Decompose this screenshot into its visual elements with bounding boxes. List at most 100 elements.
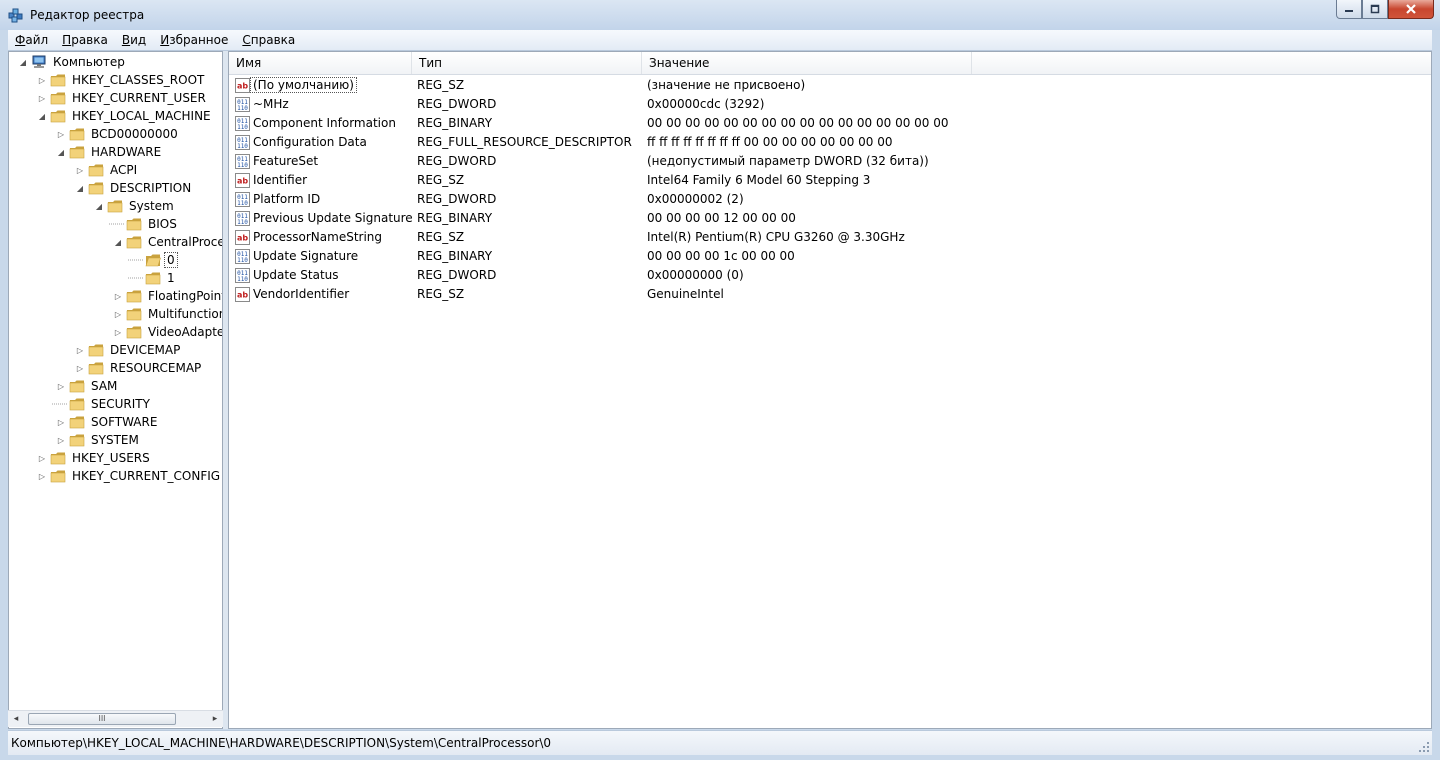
value-row[interactable]: 011 110 Previous Update Signature REG_BINAR…: [229, 209, 1431, 228]
close-button[interactable]: [1388, 0, 1434, 19]
collapsed-arrow-icon[interactable]: ▷: [113, 309, 123, 319]
expanded-arrow-icon[interactable]: ◢: [18, 57, 28, 67]
folder-icon: [50, 110, 66, 123]
string-value-icon: ab: [235, 173, 250, 188]
tree-node[interactable]: ◢ CentralProces: [113, 233, 222, 251]
tree-node[interactable]: ▷ HKEY_CURRENT_CONFIG: [37, 467, 222, 485]
tree-node[interactable]: ◢ HARDWARE: [56, 143, 163, 161]
collapsed-arrow-icon[interactable]: ▷: [56, 129, 66, 139]
collapsed-arrow-icon[interactable]: ▷: [75, 165, 85, 175]
tree-expander-spacer: [56, 399, 66, 409]
tree-node[interactable]: ▷ SYSTEM: [56, 431, 141, 449]
collapsed-arrow-icon[interactable]: ▷: [37, 93, 47, 103]
tree-node-label: ACPI: [110, 163, 138, 177]
tree-node[interactable]: ▷ ACPI: [75, 161, 139, 179]
tree-node[interactable]: 0: [132, 251, 178, 269]
scroll-thumb[interactable]: III: [28, 713, 176, 725]
value-row[interactable]: 011 110 Update Status REG_DWORD 0x00000000 (…: [229, 266, 1431, 285]
value-row[interactable]: 011 110 Update Signature REG_BINARY 00 00 00…: [229, 247, 1431, 266]
binary-value-icon: 011110: [235, 135, 250, 150]
value-name: VendorIdentifier: [253, 285, 349, 304]
menu-help[interactable]: Справка: [235, 30, 302, 50]
collapsed-arrow-icon[interactable]: ▷: [113, 291, 123, 301]
value-row[interactable]: 011 110 Configuration Data REG_FULL_RESOURC…: [229, 133, 1431, 152]
tree-node[interactable]: ▷ HKEY_CURRENT_USER: [37, 89, 208, 107]
tree-node[interactable]: ◢ Компьютер: [18, 53, 127, 71]
tree-node[interactable]: ▷ SOFTWARE: [56, 413, 159, 431]
tree-horizontal-scrollbar[interactable]: ◂ III ▸: [8, 710, 223, 727]
value-name: Component Information: [253, 114, 396, 133]
expanded-arrow-icon[interactable]: ◢: [56, 147, 66, 157]
tree-node[interactable]: BIOS: [113, 215, 179, 233]
value-row[interactable]: 011 110 Platform ID REG_DWORD 0x00000002 (2): [229, 190, 1431, 209]
collapsed-arrow-icon[interactable]: ▷: [56, 435, 66, 445]
value-data-text: (значение не присвоено): [647, 78, 806, 92]
value-type-text: REG_BINARY: [417, 249, 493, 263]
menu-edit[interactable]: Правка: [55, 30, 115, 50]
menu-favorites[interactable]: Избранное: [153, 30, 235, 50]
value-row[interactable]: ab ProcessorNameString REG_SZ Intel(R) Pent…: [229, 228, 1431, 247]
svg-text:110: 110: [237, 219, 248, 226]
menu-view[interactable]: Вид: [115, 30, 153, 50]
value-name: Update Signature: [253, 247, 358, 266]
tree-node[interactable]: ▷ VideoAdapterl: [113, 323, 222, 341]
tree-node[interactable]: SECURITY: [56, 395, 152, 413]
tree-node-label: HKEY_LOCAL_MACHINE: [72, 109, 211, 123]
value-row[interactable]: 011 110 Component Information REG_BINARY 00 …: [229, 114, 1431, 133]
column-header-type[interactable]: Тип: [412, 52, 642, 74]
folder-icon: [69, 146, 85, 159]
tree-node[interactable]: ◢ DESCRIPTION: [75, 179, 193, 197]
value-row[interactable]: ab Identifier REG_SZ Intel64 Family 6 Model…: [229, 171, 1431, 190]
collapsed-arrow-icon[interactable]: ▷: [56, 381, 66, 391]
title-bar[interactable]: Редактор реестра: [0, 0, 1440, 30]
column-header-name[interactable]: Имя: [229, 52, 412, 74]
value-row[interactable]: ab VendorIdentifier REG_SZ GenuineIntel: [229, 285, 1431, 304]
value-data: GenuineIntel: [647, 285, 724, 304]
tree-node[interactable]: ▷ FloatingPointP: [113, 287, 222, 305]
folder-icon: [50, 92, 66, 105]
tree-node[interactable]: ▷ Multifunction.: [113, 305, 222, 323]
tree-node[interactable]: 1: [132, 269, 177, 287]
value-data: 0x00000002 (2): [647, 190, 744, 209]
value-row[interactable]: 011 110 FeatureSet REG_DWORD (недопустимый п…: [229, 152, 1431, 171]
value-name: (По умолчанию): [250, 76, 357, 95]
scroll-right-icon[interactable]: ▸: [210, 714, 220, 724]
expanded-arrow-icon[interactable]: ◢: [94, 201, 104, 211]
collapsed-arrow-icon[interactable]: ▷: [113, 327, 123, 337]
tree-node[interactable]: ▷ BCD00000000: [56, 125, 180, 143]
tree-node[interactable]: ▷ HKEY_CLASSES_ROOT: [37, 71, 206, 89]
tree-node[interactable]: ◢ System: [94, 197, 176, 215]
tree-node[interactable]: ◢ HKEY_LOCAL_MACHINE: [37, 107, 213, 125]
tree-node[interactable]: ▷ RESOURCEMAP: [75, 359, 203, 377]
resize-grip-icon[interactable]: [1418, 741, 1430, 753]
value-data-text: GenuineIntel: [647, 287, 724, 301]
expanded-arrow-icon[interactable]: ◢: [37, 111, 47, 121]
expanded-arrow-icon[interactable]: ◢: [75, 183, 85, 193]
folder-icon: [126, 308, 142, 321]
menu-file[interactable]: Файл: [8, 30, 55, 50]
collapsed-arrow-icon[interactable]: ▷: [56, 417, 66, 427]
folder-icon: [69, 128, 85, 141]
folder-icon: [126, 326, 142, 339]
tree-node[interactable]: ▷ HKEY_USERS: [37, 449, 152, 467]
maximize-button[interactable]: [1362, 0, 1388, 19]
tree-node[interactable]: ▷ SAM: [56, 377, 119, 395]
minimize-button[interactable]: [1336, 0, 1362, 19]
tree-node[interactable]: ▷ DEVICEMAP: [75, 341, 182, 359]
value-row[interactable]: 011 110 ~MHz REG_DWORD 0x00000cdc (3292): [229, 95, 1431, 114]
maximize-icon: [1370, 4, 1380, 14]
expanded-arrow-icon[interactable]: ◢: [113, 237, 123, 247]
collapsed-arrow-icon[interactable]: ▷: [75, 363, 85, 373]
collapsed-arrow-icon[interactable]: ▷: [75, 345, 85, 355]
collapsed-arrow-icon[interactable]: ▷: [37, 471, 47, 481]
value-row[interactable]: ab (По умолчанию) REG_SZ (значение не присв…: [229, 76, 1431, 95]
column-header-value[interactable]: Значение: [642, 52, 972, 74]
value-name-text: Configuration Data: [253, 135, 367, 149]
collapsed-arrow-icon[interactable]: ▷: [37, 75, 47, 85]
registry-tree[interactable]: ◢ Компьютер ▷ HKEY_CLASSES_ROOT ▷ HKEY_CURREN…: [8, 51, 223, 729]
tree-node-label: SOFTWARE: [91, 415, 158, 429]
value-name: Previous Update Signature: [253, 209, 413, 228]
collapsed-arrow-icon[interactable]: ▷: [37, 453, 47, 463]
scroll-left-icon[interactable]: ◂: [11, 714, 21, 724]
values-list[interactable]: Имя Тип Значение ab (По умолчанию) REG_SZ(…: [228, 51, 1432, 729]
